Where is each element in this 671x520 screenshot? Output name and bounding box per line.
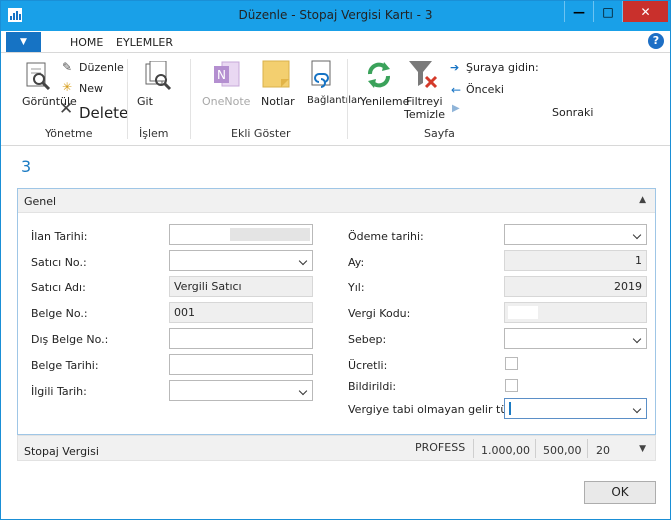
close-button[interactable]: ✕ (622, 1, 668, 22)
tab-home[interactable]: HOME (70, 36, 103, 49)
edit-button[interactable]: Düzenle (79, 61, 124, 74)
previous-button[interactable]: Önceki (466, 83, 504, 96)
page-title: 3 (21, 157, 32, 176)
external-document-no-field[interactable] (169, 328, 313, 349)
general-fasttab-title: Genel (24, 195, 57, 208)
document-no-label: Belge No.: (31, 307, 88, 320)
ribbon-separator (127, 59, 128, 139)
group-show-attached-label: Ekli Göster (231, 127, 291, 140)
help-icon[interactable]: ? (648, 33, 664, 49)
related-date-label: İlgili Tarih: (31, 385, 87, 398)
payment-date-label: Ödeme tarihi: (348, 230, 424, 243)
divider (535, 439, 536, 458)
clear-filter-icon (409, 61, 438, 89)
clear-filter-button-line1[interactable]: Filtreyi (406, 95, 443, 108)
new-button[interactable]: New (79, 82, 103, 95)
general-fasttab-header[interactable]: Genel ▲ (18, 189, 655, 213)
percent: 20 (596, 444, 610, 457)
delete-icon: ✕ (59, 99, 74, 119)
divider (473, 439, 474, 458)
app-menu-button[interactable]: ▼ (6, 32, 41, 52)
next-button[interactable]: Sonraki (552, 106, 593, 119)
month-field: 1 (504, 250, 647, 271)
next-arrow-icon: ▶ (452, 103, 460, 114)
year-value: 2019 (614, 280, 642, 293)
previous-arrow-icon: ← (451, 83, 462, 97)
clear-filter-button-line2[interactable]: Temizle (404, 108, 445, 121)
reported-label: Bildirildi: (348, 380, 397, 393)
tab-actions[interactable]: EYLEMLER (116, 36, 173, 49)
goto-arrow-icon: ➔ (450, 61, 460, 74)
collapse-icon[interactable]: ▲ (639, 195, 646, 205)
paid-checkbox[interactable] (505, 357, 518, 370)
ribbon-tab-bar: ▼ HOME EYLEMLER ? (1, 31, 670, 53)
maximize-button[interactable]: □ (593, 1, 622, 22)
group-page-label: Sayfa (424, 127, 455, 140)
related-date-select[interactable] (169, 380, 313, 401)
notes-button[interactable]: Notlar (261, 95, 295, 108)
withholding-tax-title: Stopaj Vergisi (24, 445, 99, 458)
title-bar: Düzenle - Stopaj Vergisi Kartı - 3 — □ ✕ (1, 1, 670, 31)
onenote-button[interactable]: OneNote (202, 95, 250, 108)
minimize-button[interactable]: — (564, 1, 593, 22)
amount-1: 1.000,00 (481, 444, 530, 457)
paid-label: Ücretli: (348, 359, 388, 372)
vendor-name-field: Vergili Satıcı (169, 276, 313, 297)
go-button[interactable]: Git (137, 95, 153, 108)
links-button[interactable]: Bağlantılar (307, 95, 361, 106)
year-label: Yıl: (348, 281, 365, 294)
svg-text:N: N (217, 68, 226, 82)
amount-2: 500,00 (543, 444, 582, 457)
reason-select[interactable] (504, 328, 647, 349)
reported-checkbox[interactable] (505, 379, 518, 392)
redacted-area (230, 228, 310, 241)
divider (587, 439, 588, 458)
onenote-icon: N (214, 61, 240, 87)
ribbon-separator (347, 59, 348, 139)
withholding-code: PROFESS (415, 441, 466, 454)
document-date-field[interactable] (169, 354, 313, 375)
view-icon (26, 62, 51, 90)
dialog-window: Düzenle - Stopaj Vergisi Kartı - 3 — □ ✕… (0, 0, 671, 520)
group-process-label: İşlem (139, 127, 169, 140)
ribbon-separator (190, 59, 191, 139)
text-cursor (509, 402, 511, 415)
ok-button[interactable]: OK (584, 481, 656, 504)
reason-label: Sebep: (348, 333, 387, 346)
external-document-no-label: Dış Belge No.: (31, 333, 109, 346)
go-icon (145, 61, 172, 91)
redacted-area (508, 306, 538, 319)
refresh-icon (368, 62, 390, 88)
non-taxable-income-type-label: Vergiye tabi olmayan gelir türü: (348, 403, 523, 416)
delete-button[interactable]: Delete (79, 104, 128, 122)
links-icon (311, 60, 331, 88)
document-no-field: 001 (169, 302, 313, 323)
document-date-label: Belge Tarihi: (31, 359, 99, 372)
vendor-no-label: Satıcı No.: (31, 256, 87, 269)
general-fasttab: Genel ▲ İlan Tarihi: Satıcı No.: Satıcı … (17, 188, 656, 435)
refresh-button[interactable]: Yenileme (360, 95, 409, 108)
tax-code-label: Vergi Kodu: (348, 307, 411, 320)
ribbon: Görüntüle ✎ Düzenle ✳ New ✕ Delete Yönet… (1, 54, 670, 146)
year-field: 2019 (504, 276, 647, 297)
vendor-no-select[interactable] (169, 250, 313, 271)
group-manage-label: Yönetme (45, 127, 93, 140)
payment-date-select[interactable] (504, 224, 647, 245)
pencil-icon: ✎ (62, 60, 73, 74)
notes-icon (262, 60, 290, 88)
month-value: 1 (635, 254, 642, 267)
withholding-tax-fasttab[interactable]: Stopaj Vergisi PROFESS 1.000,00 500,00 2… (17, 435, 656, 461)
vendor-name-label: Satıcı Adı: (31, 281, 86, 294)
month-label: Ay: (348, 256, 365, 269)
posting-date-label: İlan Tarihi: (31, 230, 88, 243)
non-taxable-income-type-select[interactable] (504, 398, 647, 419)
new-icon: ✳ (62, 80, 73, 94)
expand-icon[interactable]: ▼ (639, 444, 646, 454)
goto-button[interactable]: Şuraya gidin: (466, 61, 539, 74)
